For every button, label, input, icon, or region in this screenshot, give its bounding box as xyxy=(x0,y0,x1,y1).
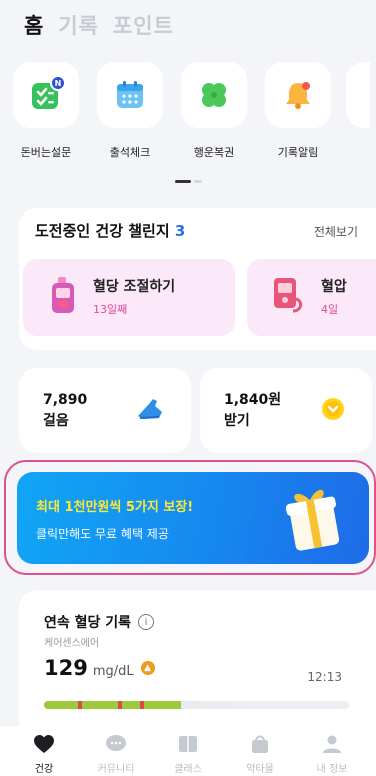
record-time: 12:13 xyxy=(307,670,342,684)
nav-community[interactable]: 커뮤니티 xyxy=(83,726,149,776)
chat-icon xyxy=(106,735,126,751)
points-card[interactable]: 1,840원 받기 xyxy=(200,368,372,453)
nav-label: 내 정보 xyxy=(316,764,348,775)
shortcut-reminder[interactable]: 기록알림 xyxy=(262,62,334,160)
shortcut-survey[interactable]: N 돈버는설문 xyxy=(10,62,82,160)
challenge-title: 도전중인 건강 챌린지 3 xyxy=(35,222,186,240)
promo-banner[interactable]: 최대 1천만원씩 5가지 보장! 클릭만해도 무료 혜택 제공 xyxy=(17,472,369,564)
shortcut-label: 기록알림 xyxy=(277,146,319,159)
promo-headline: 최대 1천만원씩 5가지 보장! xyxy=(36,500,194,515)
bell-icon xyxy=(286,82,310,109)
steps-card[interactable]: 7,890 걸음 xyxy=(19,368,191,453)
tab-records[interactable]: 기록 xyxy=(58,10,99,40)
challenge-name: 혈당 조절하기 xyxy=(93,279,176,295)
challenge-item-blood-pressure[interactable]: 혈압 4일 xyxy=(247,259,376,336)
points-amount: 1,840원 xyxy=(224,392,282,408)
range-marker xyxy=(78,701,82,709)
person-icon xyxy=(323,735,341,753)
record-title: 연속 혈당 기록 xyxy=(44,615,132,631)
tab-home[interactable]: 홈 xyxy=(24,10,44,40)
challenge-count: 3 xyxy=(174,222,186,240)
challenge-item-glucose[interactable]: 혈당 조절하기 13일째 xyxy=(23,259,235,336)
book-icon xyxy=(179,736,197,752)
nav-class[interactable]: 클래스 xyxy=(155,726,221,776)
shortcut-attendance[interactable]: 출석체크 xyxy=(94,62,166,160)
shortcut-label: 출석체크 xyxy=(109,146,151,159)
steps-count: 7,890 xyxy=(43,392,88,408)
gift-box-icon xyxy=(285,489,340,551)
coin-icon xyxy=(322,398,344,420)
shopping-bag-icon xyxy=(252,735,268,753)
page-indicator xyxy=(175,180,202,183)
calendar-icon xyxy=(117,81,143,108)
clover-icon xyxy=(202,83,226,107)
range-marker xyxy=(140,701,144,709)
shortcut-row: N 돈버는설문 출석체크 행운복권 기록알림 xyxy=(10,62,376,160)
challenge-days: 13일째 xyxy=(93,303,128,316)
glucose-record-card[interactable]: 연속 혈당 기록 i 케어센스에어 129 mg/dL ▲ 12:13 xyxy=(19,590,376,730)
top-tab-bar: 홈 기록 포인트 xyxy=(24,10,174,40)
challenge-name: 혈압 xyxy=(321,279,347,295)
promo-subtext: 클릭만해도 무료 혜택 제공 xyxy=(36,527,169,541)
device-name: 케어센스에어 xyxy=(44,638,100,649)
glucose-meter-icon xyxy=(52,277,74,313)
shortcut-partial[interactable] xyxy=(346,62,370,128)
glucose-unit: mg/dL xyxy=(92,664,134,679)
see-all-link[interactable]: 전체보기 xyxy=(314,223,358,240)
tab-points[interactable]: 포인트 xyxy=(113,10,174,40)
nav-label: 건강 xyxy=(34,764,54,775)
heart-icon xyxy=(34,735,54,753)
nav-my-info[interactable]: 내 정보 xyxy=(299,726,365,776)
nav-label: 커뮤니티 xyxy=(97,764,135,775)
shortcut-label: 행운복권 xyxy=(193,146,235,159)
trend-up-icon: ▲ xyxy=(140,661,155,675)
glucose-reading: 129 mg/dL ▲ xyxy=(44,656,155,680)
blood-pressure-icon xyxy=(274,278,302,313)
info-icon[interactable]: i xyxy=(138,614,155,630)
steps-unit: 걸음 xyxy=(43,413,69,429)
nav-health[interactable]: 건강 xyxy=(11,726,77,776)
nav-label: 클래스 xyxy=(174,764,202,775)
nav-mall[interactable]: 약타몰 xyxy=(227,726,293,776)
sneaker-icon xyxy=(138,399,162,419)
glucose-range-bar xyxy=(44,701,349,709)
challenge-card: 도전중인 건강 챌린지 3 전체보기 혈당 조절하기 13일째 혈압 4일 xyxy=(19,208,376,350)
shortcut-label: 돈버는설문 xyxy=(20,146,72,159)
challenge-days: 4일 xyxy=(321,303,339,316)
nav-label: 약타몰 xyxy=(246,764,274,775)
bottom-nav: 건강 커뮤니티 클래스 약타몰 내 정보 xyxy=(0,726,376,776)
new-badge: N xyxy=(50,75,66,91)
range-fill xyxy=(44,701,182,709)
points-action: 받기 xyxy=(224,413,250,429)
range-marker xyxy=(118,701,122,709)
glucose-value: 129 xyxy=(44,656,88,680)
shortcut-lottery[interactable]: 행운복권 xyxy=(178,62,250,160)
